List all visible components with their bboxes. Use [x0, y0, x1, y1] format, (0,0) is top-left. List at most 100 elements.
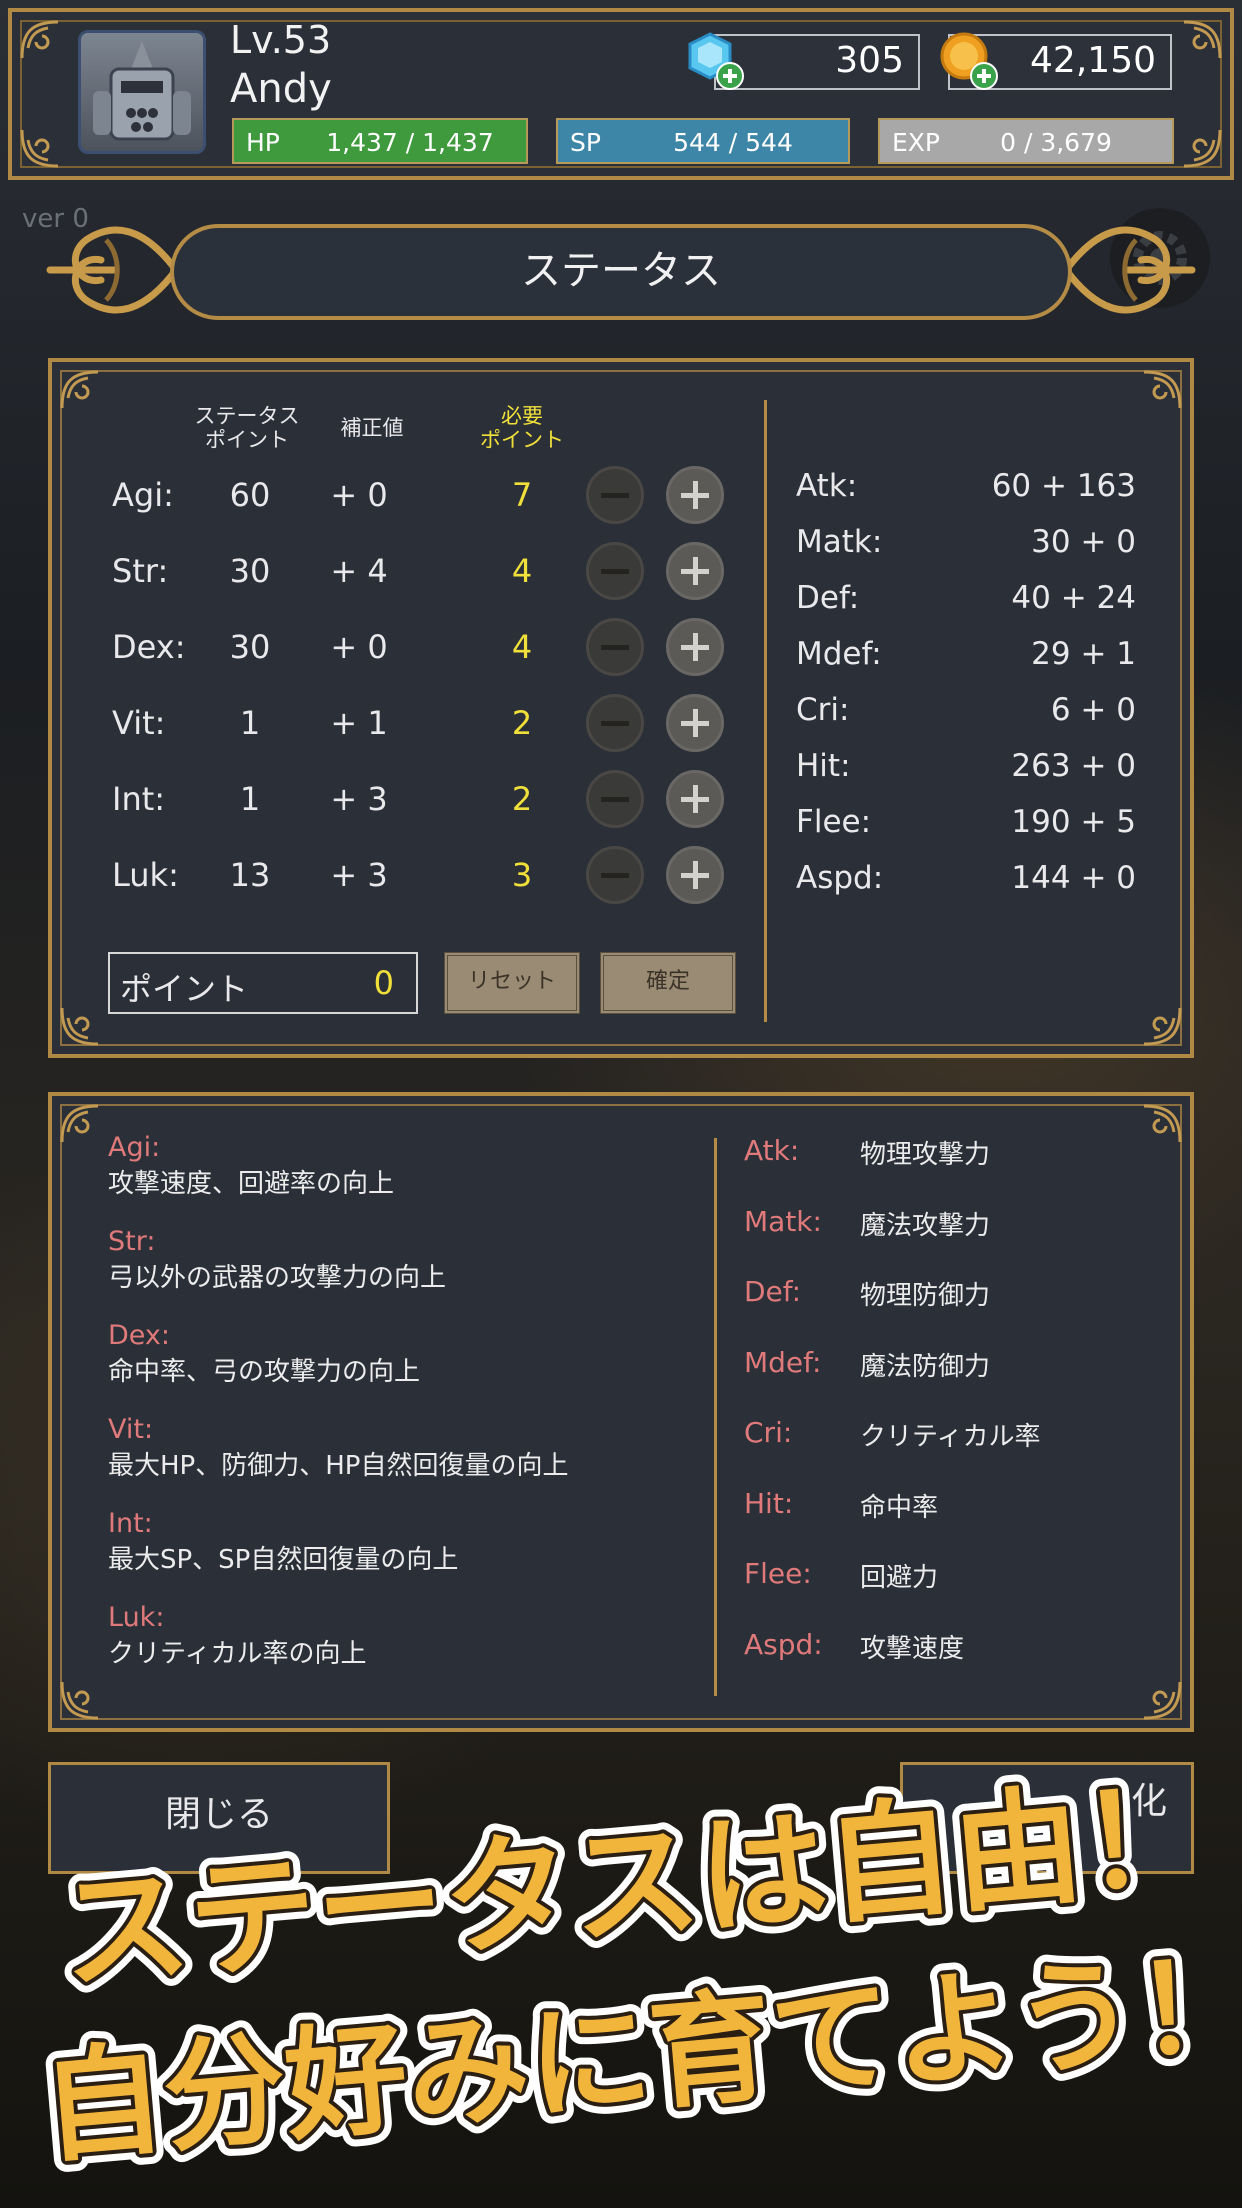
decrease-stat-button[interactable]: [586, 694, 644, 752]
stat-points: 60: [229, 476, 271, 514]
increase-stat-button[interactable]: [666, 466, 724, 524]
help-derived-entry: Mdef: 魔法防御力: [744, 1346, 1164, 1396]
ornament-corner-icon: [1143, 1681, 1182, 1720]
derived-stat-value: 190 + 5: [1011, 804, 1136, 840]
ornament-corner-icon: [20, 129, 59, 168]
exp-value: 0 / 3,679: [1000, 128, 1112, 157]
stat-points: 1: [239, 704, 261, 742]
stat-name: Vit:: [112, 704, 166, 742]
stat-bonus: + 1: [330, 704, 388, 742]
plus-icon: [681, 481, 709, 509]
stat-required: 7: [511, 476, 533, 514]
stat-required: 2: [511, 704, 533, 742]
help-divider: [714, 1138, 717, 1696]
col-required-points: 必要 ポイント: [472, 404, 572, 452]
decrease-stat-button[interactable]: [586, 618, 644, 676]
stat-points: 30: [229, 552, 271, 590]
decrease-stat-button[interactable]: [586, 542, 644, 600]
increase-stat-button[interactable]: [666, 770, 724, 828]
avatar[interactable]: [78, 30, 206, 154]
confirm-button[interactable]: 確定: [600, 952, 736, 1014]
derived-stat-name: Flee:: [796, 804, 872, 840]
increase-stat-button[interactable]: [666, 618, 724, 676]
derived-stat-name: Hit:: [796, 748, 851, 784]
help-derived-key: Matk:: [744, 1204, 822, 1238]
remaining-points-box: ポイント 0: [108, 952, 418, 1014]
plus-icon: [681, 785, 709, 813]
stat-row: Vit: 1 + 1 2: [52, 694, 752, 754]
derived-stat-value: 263 + 0: [1011, 748, 1136, 784]
help-derived-desc: 攻撃速度: [860, 1633, 965, 1664]
col-status-points-line1: ステータス: [194, 404, 300, 428]
decrease-stat-button[interactable]: [586, 770, 644, 828]
col-bonus: 補正値: [340, 416, 404, 440]
help-stat-key: Vit:: [108, 1414, 154, 1445]
ornament-corner-icon: [60, 1681, 99, 1720]
derived-stat-value: 144 + 0: [1011, 860, 1136, 896]
help-derived-entry: Matk: 魔法攻撃力: [744, 1205, 1164, 1255]
hp-value: 1,437 / 1,437: [326, 128, 494, 157]
help-stat-key: Str:: [108, 1226, 156, 1257]
stat-required: 4: [511, 552, 533, 590]
player-name: Andy: [230, 66, 332, 112]
gem-add-icon[interactable]: [684, 30, 746, 92]
help-stat-key: Agi:: [108, 1132, 161, 1163]
stat-points: 13: [229, 856, 271, 894]
derived-stat-name: Def:: [796, 580, 860, 616]
minus-icon: [601, 721, 629, 726]
help-stat-desc: 最大HP、防御力、HP自然回復量の向上: [108, 1451, 569, 1481]
sp-bar: SP 544 / 544: [556, 118, 850, 164]
increase-stat-button[interactable]: [666, 542, 724, 600]
increase-stat-button[interactable]: [666, 694, 724, 752]
decrease-stat-button[interactable]: [586, 846, 644, 904]
help-derived-desc: 命中率: [860, 1492, 939, 1523]
help-stat-entry: Dex: 命中率、弓の攻撃力の向上: [108, 1318, 420, 1390]
help-stat-desc: 攻撃速度、回避率の向上: [108, 1169, 395, 1199]
minus-icon: [601, 569, 629, 574]
minus-icon: [601, 645, 629, 650]
help-derived-key: Def:: [744, 1275, 802, 1308]
increase-stat-button[interactable]: [666, 846, 724, 904]
help-derived-desc: クリティカル率: [860, 1422, 1041, 1452]
decrease-stat-button[interactable]: [586, 466, 644, 524]
promo-banner: ステータスは自由！ ステータスは自由！ 自分好みに育てよう！ 自分好みに育てよう…: [25, 1750, 1242, 2191]
help-derived-desc: 物理防御力: [860, 1281, 991, 1311]
stat-row: Agi: 60 + 0 7: [52, 466, 752, 526]
stat-row: Str: 30 + 4 4: [52, 542, 752, 602]
stat-bonus: + 3: [330, 780, 388, 818]
coin-add-icon[interactable]: [938, 30, 1000, 92]
plus-icon: [681, 557, 709, 585]
derived-stat-value: 40 + 24: [1011, 580, 1136, 616]
title-flourish-left-icon: [46, 226, 180, 314]
help-derived-desc: 魔法防御力: [860, 1351, 991, 1382]
help-derived-key: Aspd:: [744, 1627, 823, 1661]
help-derived-key: Hit:: [744, 1486, 794, 1520]
ornament-corner-icon: [60, 1104, 99, 1143]
stat-name: Luk:: [112, 856, 179, 894]
stat-bonus: + 3: [330, 856, 388, 894]
derived-stat-name: Atk:: [796, 468, 858, 504]
stat-required: 2: [511, 780, 533, 818]
ornament-corner-icon: [1143, 1007, 1182, 1046]
help-stat-desc: クリティカル率の向上: [108, 1639, 367, 1669]
remaining-points-value: 0: [373, 964, 394, 1002]
help-stat-desc: 最大SP、SP自然回復量の向上: [108, 1545, 459, 1575]
help-stat-entry: Agi: 攻撃速度、回避率の向上: [108, 1130, 394, 1202]
derived-stat-name: Cri:: [796, 692, 850, 728]
minus-icon: [601, 797, 629, 802]
help-stat-key: Dex:: [108, 1320, 171, 1351]
col-status-points-line2: ポイント: [205, 428, 289, 452]
derived-stat-row: Flee: 190 + 5: [796, 804, 1136, 854]
title-flourish-right-icon: [1062, 226, 1196, 314]
help-stat-entry: Vit: 最大HP、防御力、HP自然回復量の向上: [108, 1412, 568, 1484]
reset-button[interactable]: リセット: [444, 952, 580, 1014]
help-stat-entry: Int: 最大SP、SP自然回復量の向上: [108, 1506, 458, 1578]
help-derived-entry: Flee: 回避力: [744, 1557, 1164, 1607]
ornament-corner-icon: [1143, 370, 1182, 409]
plus-icon: [681, 861, 709, 889]
derived-stat-value: 6 + 0: [1050, 692, 1136, 728]
help-derived-entry: Aspd: 攻撃速度: [744, 1628, 1164, 1678]
ornament-corner-icon: [20, 20, 59, 59]
help-derived-key: Cri:: [744, 1416, 793, 1449]
help-stat-desc: 命中率、弓の攻撃力の向上: [108, 1357, 421, 1387]
